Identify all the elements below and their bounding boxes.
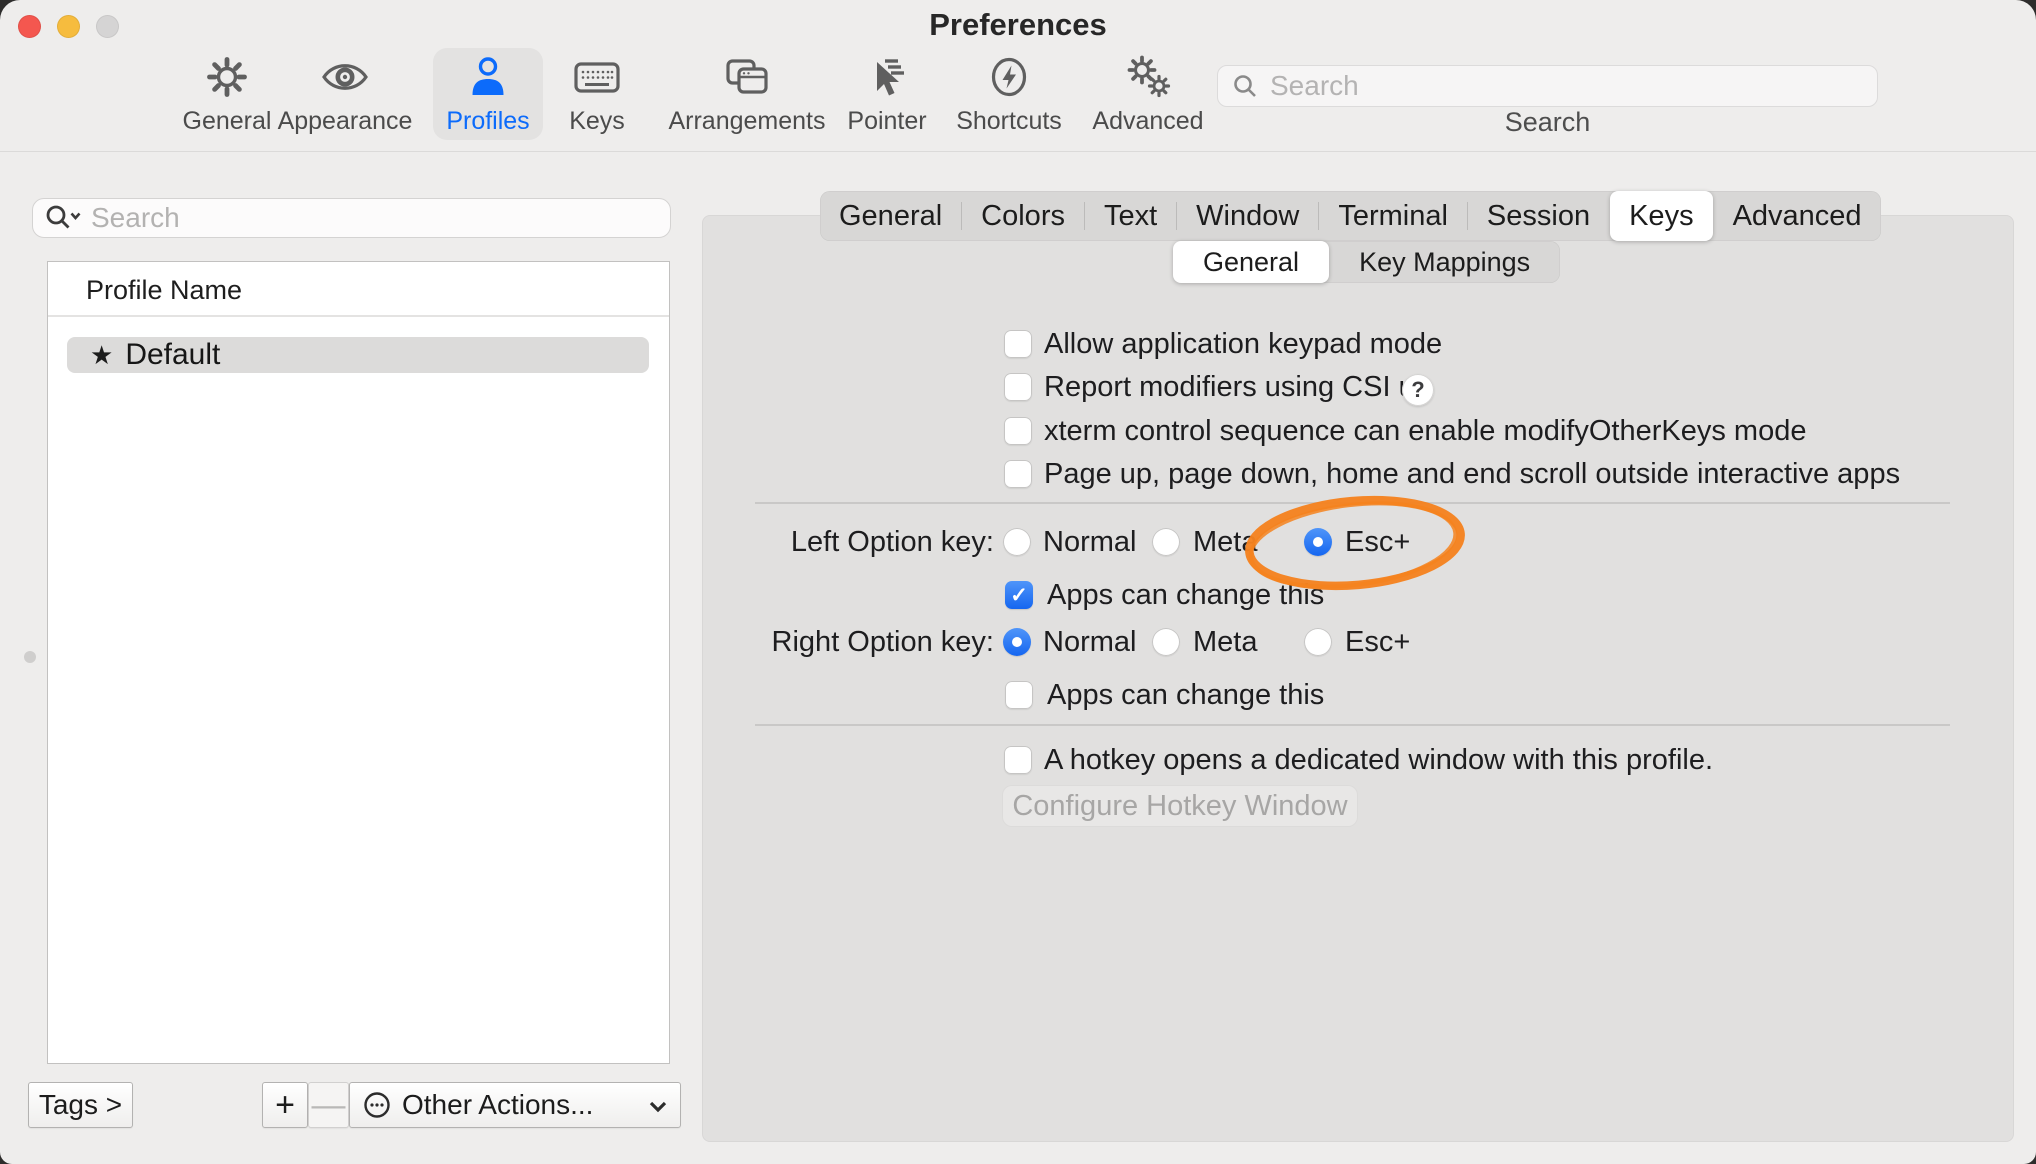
checkbox-label: Apps can change this — [1047, 680, 1324, 710]
profile-search-input[interactable] — [89, 201, 633, 235]
toolbar-label-profiles: Profiles — [446, 107, 529, 136]
toolbar-divider — [0, 151, 2036, 152]
radio-label: Normal — [1043, 527, 1136, 557]
subtab-general[interactable]: General — [1173, 241, 1329, 283]
profile-list: Profile Name ★ Default — [47, 261, 670, 1064]
radio-label: Esc+ — [1345, 627, 1410, 657]
windows-icon — [722, 48, 772, 106]
tab-session[interactable]: Session — [1468, 191, 1609, 241]
left-option-key-label: Left Option key: — [694, 527, 994, 557]
checkbox-left-apps-can-change[interactable]: ✓ — [1005, 581, 1033, 609]
toolbar-label-keys: Keys — [569, 107, 625, 136]
tab-advanced[interactable]: Advanced — [1714, 191, 1881, 241]
toolbar-label-general: General — [183, 107, 272, 136]
checkbox-label: A hotkey opens a dedicated window with t… — [1044, 745, 1713, 775]
default-star-icon: ★ — [90, 340, 113, 371]
profile-list-header: Profile Name — [86, 275, 242, 306]
remove-profile-button: — — [308, 1082, 349, 1128]
help-button[interactable]: ? — [1402, 374, 1434, 406]
toolbar-item-arrangements[interactable]: Arrangements — [662, 48, 832, 140]
toolbar-search-input[interactable] — [1268, 69, 1832, 103]
search-icon — [1232, 73, 1258, 99]
configure-hotkey-window-button: Configure Hotkey Window — [1002, 785, 1358, 827]
tab-general[interactable]: General — [820, 191, 961, 241]
radio-left-option-esc[interactable] — [1304, 528, 1332, 556]
checkbox-label: Allow application keypad mode — [1044, 329, 1442, 359]
toolbar-item-shortcuts[interactable]: Shortcuts — [944, 48, 1074, 140]
checkbox-application-keypad[interactable] — [1004, 330, 1032, 358]
radio-label: Esc+ — [1345, 527, 1410, 557]
toolbar-item-profiles[interactable]: Profiles — [433, 48, 543, 140]
toolbar-label-pointer: Pointer — [847, 107, 926, 136]
toolbar-label-shortcuts: Shortcuts — [956, 107, 1062, 136]
toolbar-search-field[interactable] — [1217, 65, 1878, 107]
gears-icon — [1123, 48, 1173, 106]
ellipsis-circle-icon — [362, 1090, 392, 1120]
checkbox-scroll-outside-apps[interactable] — [1004, 460, 1032, 488]
profile-tab-bar: General Colors Text Window Terminal Sess… — [820, 191, 1881, 241]
profile-row-default[interactable]: ★ Default — [67, 337, 649, 373]
checkbox-csi-u[interactable] — [1004, 373, 1032, 401]
toolbar-item-pointer[interactable]: Pointer — [837, 48, 937, 140]
keys-subtab-bar: General Key Mappings — [1173, 241, 1560, 283]
tags-button[interactable]: Tags > — [28, 1082, 133, 1128]
section-divider — [755, 724, 1950, 726]
profile-search-field[interactable] — [32, 198, 671, 238]
header-divider — [48, 315, 669, 317]
subtab-key-mappings[interactable]: Key Mappings — [1329, 241, 1560, 283]
checkbox-label: Page up, page down, home and end scroll … — [1044, 459, 1900, 489]
tab-keys[interactable]: Keys — [1610, 191, 1712, 241]
radio-label: Meta — [1193, 527, 1257, 557]
toolbar-label-arrangements: Arrangements — [668, 107, 825, 136]
add-profile-button[interactable]: + — [262, 1082, 308, 1128]
tab-window[interactable]: Window — [1177, 191, 1318, 241]
search-with-options-icon — [45, 204, 81, 232]
toolbar-item-advanced[interactable]: Advanced — [1078, 48, 1218, 140]
toolbar-item-keys[interactable]: Keys — [552, 48, 642, 140]
cursor-icon — [864, 48, 910, 106]
keyboard-icon — [572, 48, 622, 106]
other-actions-label: Other Actions... — [402, 1089, 593, 1121]
person-icon — [465, 48, 511, 106]
tab-colors[interactable]: Colors — [962, 191, 1084, 241]
radio-left-option-normal[interactable] — [1003, 528, 1031, 556]
checkbox-modify-other-keys[interactable] — [1004, 417, 1032, 445]
radio-left-option-meta[interactable] — [1152, 528, 1180, 556]
profile-name: Default — [125, 338, 220, 372]
checkbox-hotkey-window[interactable] — [1004, 746, 1032, 774]
radio-right-option-meta[interactable] — [1152, 628, 1180, 656]
radio-right-option-normal[interactable] — [1003, 628, 1031, 656]
radio-label: Meta — [1193, 627, 1257, 657]
right-option-key-label: Right Option key: — [694, 627, 994, 657]
radio-label: Normal — [1043, 627, 1136, 657]
checkbox-label: Report modifiers using CSI u — [1044, 372, 1415, 402]
checkbox-label: Apps can change this — [1047, 580, 1324, 610]
section-divider — [755, 502, 1950, 504]
checkbox-right-apps-can-change[interactable] — [1005, 681, 1033, 709]
radio-right-option-esc[interactable] — [1304, 628, 1332, 656]
toolbar-search-caption: Search — [1217, 107, 1878, 138]
window-title: Preferences — [0, 7, 2036, 43]
lightning-icon — [985, 48, 1033, 106]
preferences-window: Preferences General Appearance — [0, 0, 2036, 1164]
eye-icon — [320, 48, 370, 106]
chevron-down-icon — [648, 1089, 668, 1121]
toolbar-label-advanced: Advanced — [1092, 107, 1203, 136]
toolbar-label-appearance: Appearance — [278, 107, 413, 136]
toolbar-item-appearance[interactable]: Appearance — [270, 48, 420, 140]
checkbox-label: xterm control sequence can enable modify… — [1044, 416, 1806, 446]
tab-terminal[interactable]: Terminal — [1319, 191, 1467, 241]
other-actions-dropdown[interactable]: Other Actions... — [349, 1082, 681, 1128]
gear-icon — [203, 48, 251, 106]
window-edge-dot — [24, 651, 36, 663]
check-icon: ✓ — [1010, 583, 1028, 608]
tab-text[interactable]: Text — [1085, 191, 1176, 241]
